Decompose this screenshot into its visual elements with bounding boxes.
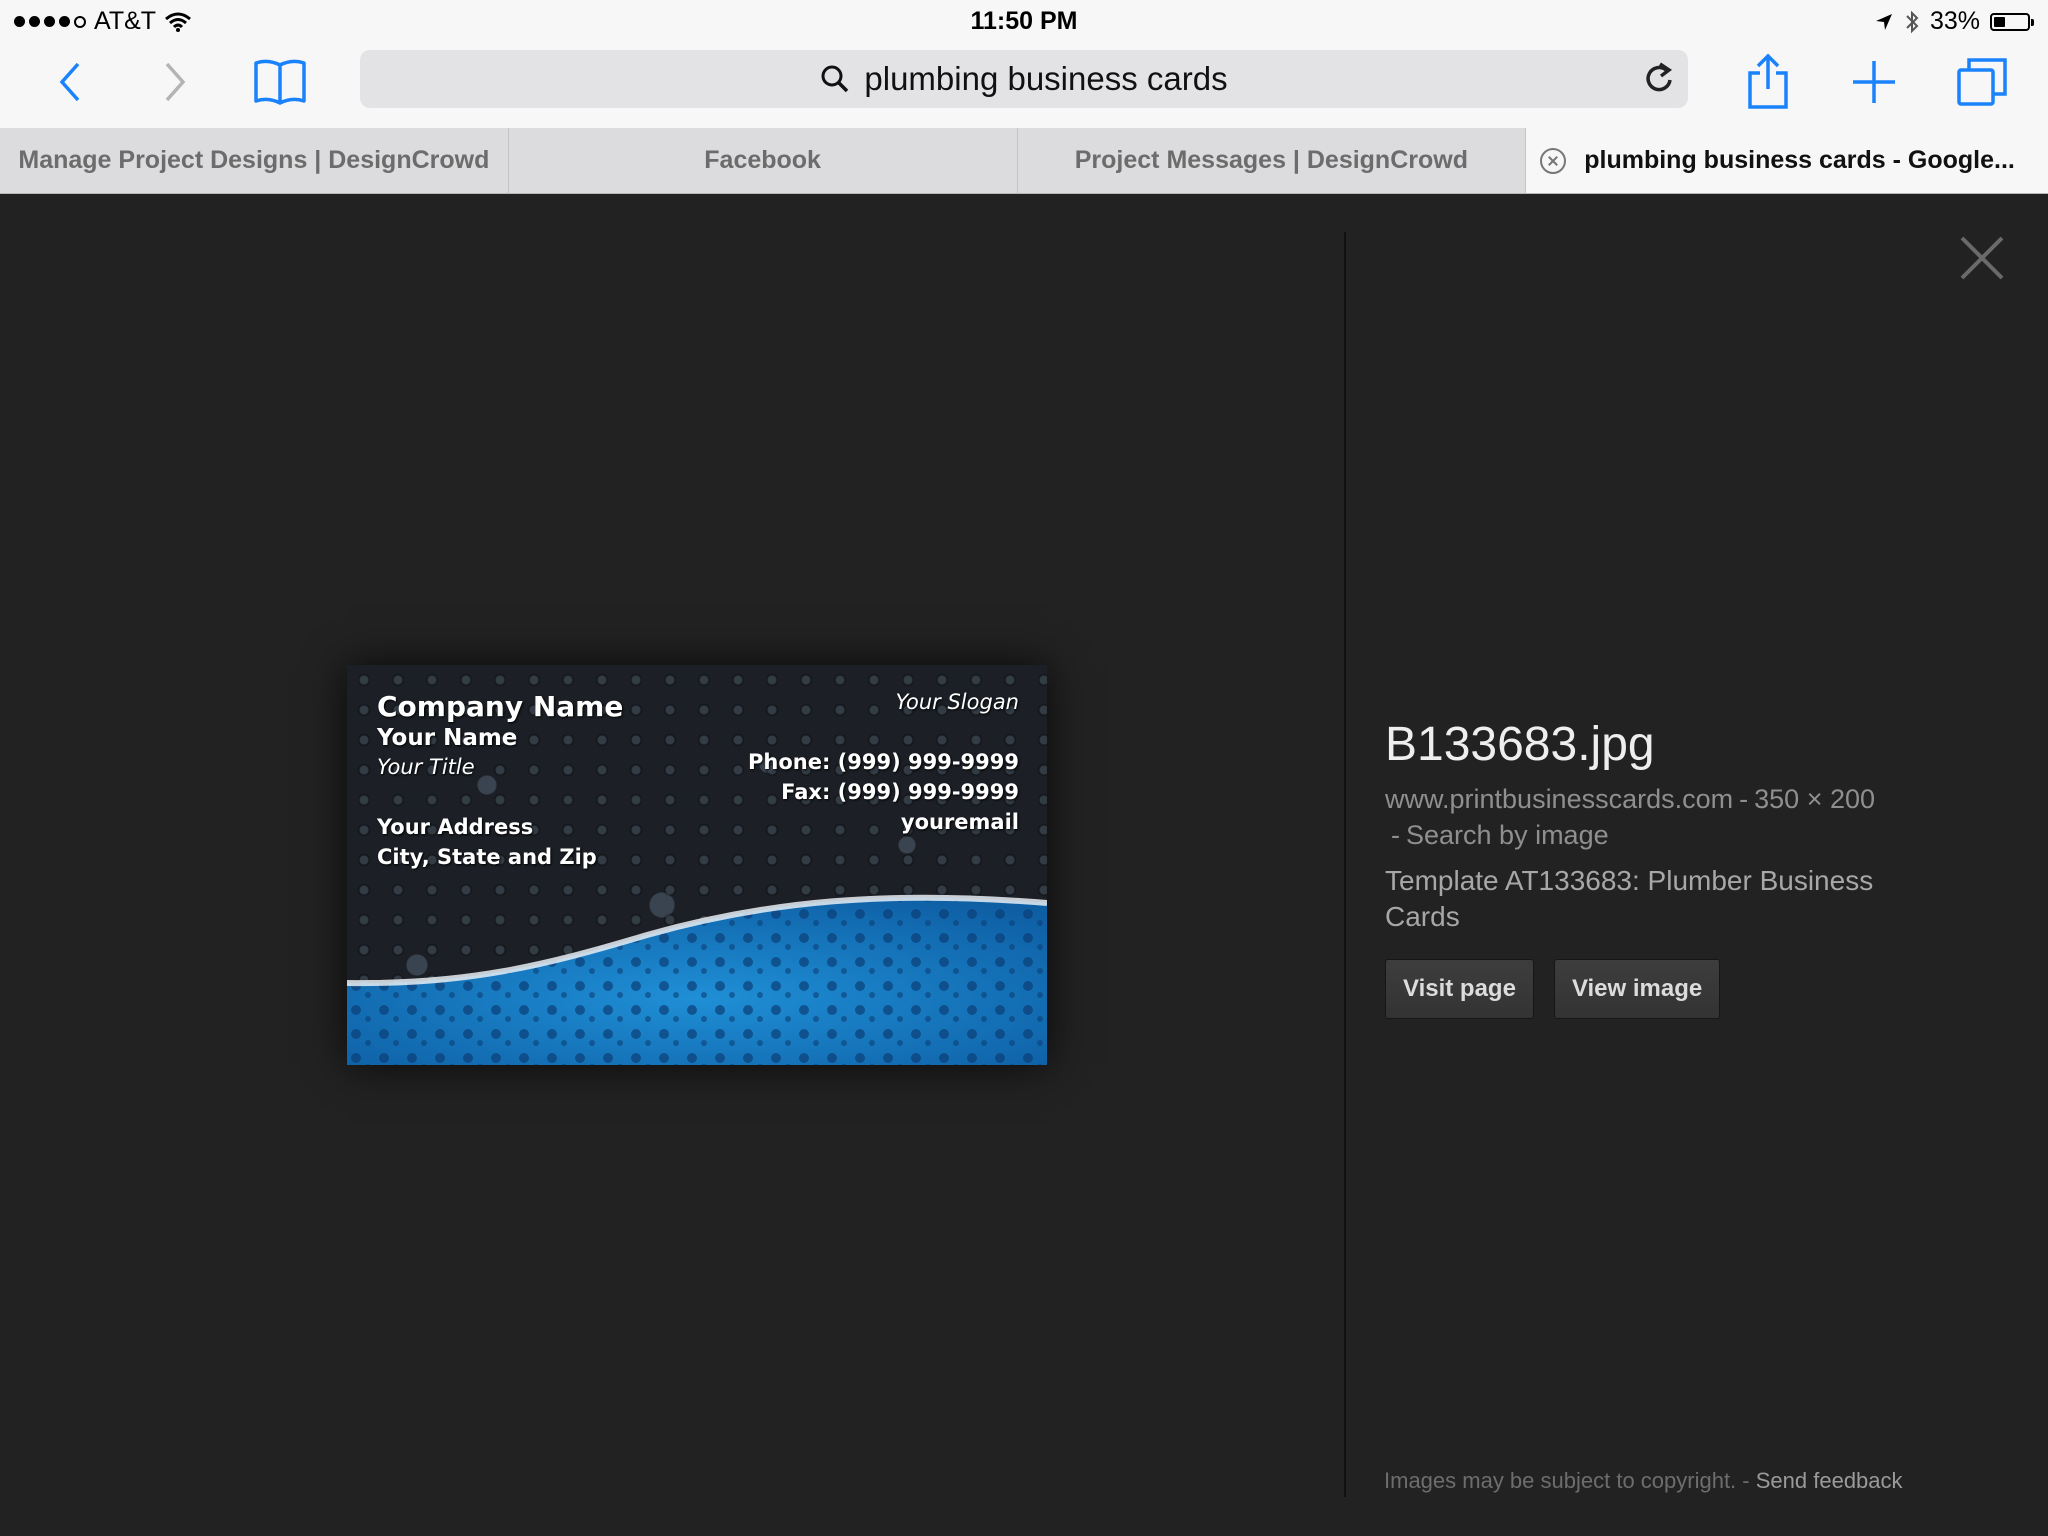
card-company-name: Company Name (377, 690, 624, 723)
send-feedback-link[interactable]: Send feedback (1756, 1468, 1903, 1493)
search-by-image-link[interactable]: Search by image (1406, 820, 1609, 850)
meta-separator: - (1739, 784, 1749, 814)
action-buttons: Visit page View image (1385, 959, 1945, 1019)
image-details-panel: B133683.jpg www.printbusinesscards.com -3… (1385, 715, 1945, 1019)
tabs-overview-button[interactable] (1950, 50, 2014, 114)
new-tab-button[interactable] (1842, 50, 1906, 114)
tab-label: Project Messages | DesignCrowd (1074, 146, 1468, 174)
bluetooth-icon (1906, 10, 1919, 33)
reload-icon[interactable] (1640, 60, 1678, 98)
card-email: youremail (900, 810, 1019, 834)
address-bar[interactable]: plumbing business cards (360, 50, 1688, 108)
card-phone: Phone: (999) 999-9999 (747, 750, 1019, 774)
tab-label: plumbing business cards - Google... (1584, 146, 2015, 174)
card-person-name: Your Name (377, 725, 518, 751)
status-bar: AT&T 11:50 PM 33% (0, 0, 2048, 40)
tab-bar: Manage Project Designs | DesignCrowd Fac… (0, 128, 2048, 193)
tab-google-search[interactable]: plumbing business cards - Google... (1526, 128, 2048, 193)
location-arrow-icon (1875, 13, 1892, 30)
share-button[interactable] (1736, 50, 1800, 114)
forward-button[interactable] (143, 50, 207, 114)
chevron-left-icon (59, 62, 80, 102)
image-dimensions: 350 × 200 (1754, 784, 1876, 814)
status-right: 33% (1874, 7, 2034, 36)
image-preview[interactable]: Company Name Your Name Your Title Your A… (347, 665, 1047, 1065)
tab-project-messages[interactable]: Project Messages | DesignCrowd (1017, 128, 1527, 193)
tab-manage-project-designs[interactable]: Manage Project Designs | DesignCrowd (0, 128, 509, 193)
visit-page-button[interactable]: Visit page (1385, 959, 1534, 1019)
card-city: City, State and Zip (377, 845, 597, 869)
card-person-title: Your Title (377, 755, 475, 779)
source-link[interactable]: www.printbusinesscards.com (1385, 784, 1733, 814)
panel-divider (1344, 232, 1346, 1497)
bookmarks-button[interactable] (248, 50, 312, 114)
copyright-notice: Images may be subject to copyright. (1384, 1468, 1737, 1493)
close-tab-icon[interactable] (1540, 147, 1567, 174)
battery-icon (1990, 12, 2034, 31)
back-button[interactable] (38, 50, 102, 114)
card-fax: Fax: (999) 999-9999 (781, 780, 1019, 804)
meta-separator: - (1391, 820, 1400, 850)
view-image-button[interactable]: View image (1553, 959, 1721, 1019)
close-icon[interactable] (1958, 234, 2006, 282)
browser-chrome: AT&T 11:50 PM 33% plumbing business card… (0, 0, 2048, 194)
footer-separator: - (1742, 1468, 1750, 1493)
battery-percent: 33% (1929, 7, 1980, 35)
image-filename: B133683.jpg (1385, 718, 1655, 771)
browser-toolbar: plumbing business cards (0, 40, 2048, 128)
card-address: Your Address (377, 815, 534, 839)
tab-facebook[interactable]: Facebook (508, 128, 1018, 193)
search-icon (821, 65, 849, 93)
share-icon (1748, 53, 1788, 109)
image-description[interactable]: Template AT133683: Plumber Business Card… (1385, 863, 1945, 935)
chevron-right-icon (165, 62, 186, 102)
image-meta: www.printbusinesscards.com -350 × 200 - Se… (1385, 781, 1945, 853)
tab-label: Facebook (704, 146, 821, 174)
copyright-footer: Images may be subject to copyright. - Se… (1384, 1468, 1903, 1494)
tab-label: Manage Project Designs | DesignCrowd (18, 146, 490, 174)
plus-icon (1853, 61, 1895, 103)
clock: 11:50 PM (970, 7, 1078, 35)
card-slogan: Your Slogan (895, 690, 1019, 714)
book-icon (254, 59, 306, 105)
tabs-icon (1957, 58, 2007, 106)
search-query: plumbing business cards (864, 60, 1228, 97)
